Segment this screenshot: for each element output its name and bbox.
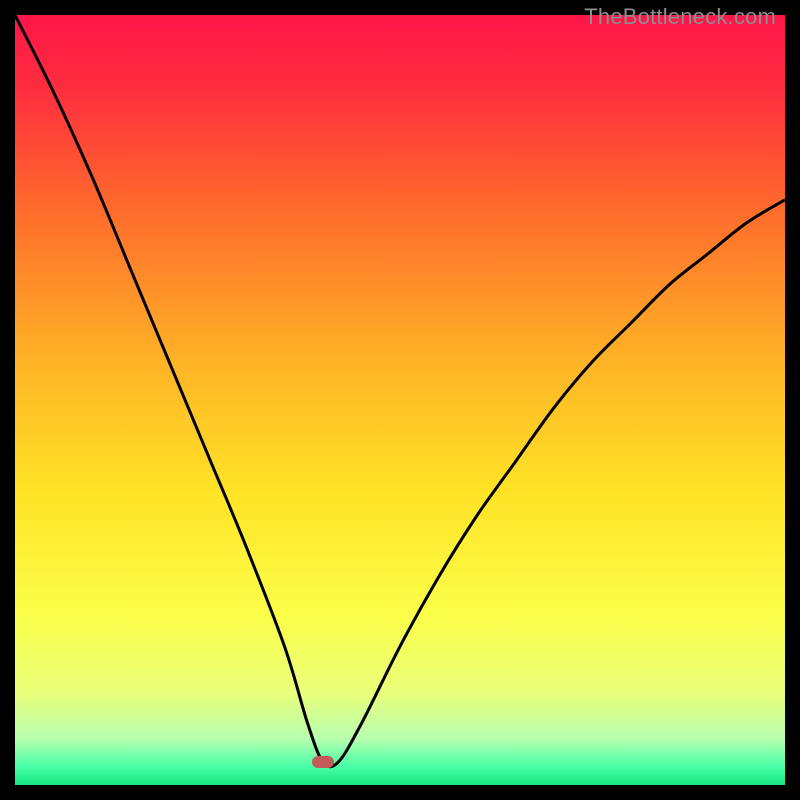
gradient-background [15,15,785,785]
optimum-marker [312,756,334,768]
chart-frame [15,15,785,785]
watermark-text: TheBottleneck.com [584,4,776,30]
bottleneck-chart [15,15,785,785]
